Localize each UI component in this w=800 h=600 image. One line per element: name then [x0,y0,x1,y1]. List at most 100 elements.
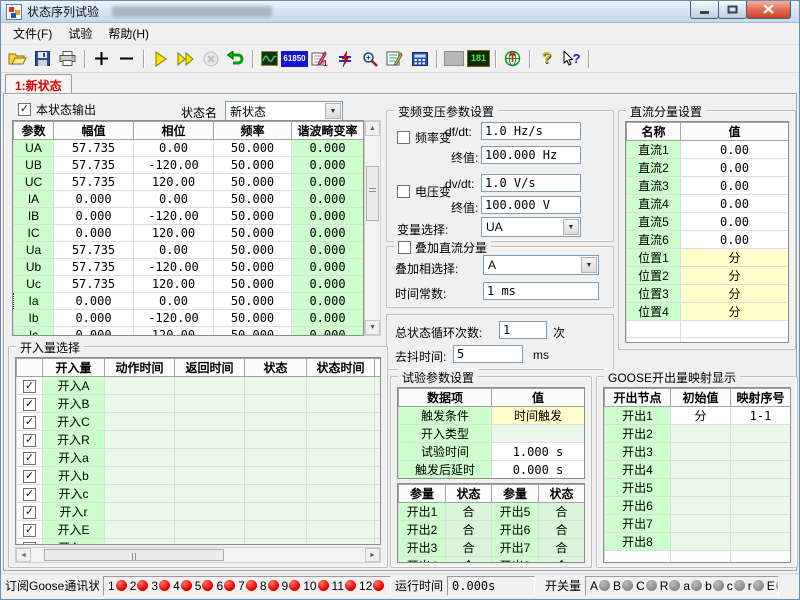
cell-name[interactable]: 直流1 [627,141,681,159]
cell-state[interactable]: 合 [446,539,492,557]
cell-node[interactable]: 开出7 [605,515,671,533]
cell-amplitude[interactable]: 57.735 [54,276,134,293]
cell-return-time[interactable] [175,521,245,539]
cell-state-time[interactable] [307,521,375,539]
cell-output[interactable]: 开出6 [492,521,539,539]
cell-output[interactable]: 开出3 [399,539,446,557]
cell-phase[interactable]: -120.00 [134,157,214,174]
cell-value[interactable]: 1.000 s [492,443,585,461]
cell-param[interactable]: UC [14,174,54,191]
cell-name[interactable]: 直流3 [627,177,681,195]
chevron-down-icon[interactable]: ▼ [581,257,597,273]
cell-input-name[interactable]: 开入A [43,377,105,395]
freq-ramp-checkbox[interactable] [397,131,410,144]
cell-action-time[interactable] [105,521,175,539]
cell-item[interactable]: 开入类型 [399,425,492,443]
report-button[interactable]: 1 [307,47,332,70]
cell-state[interactable]: 合 [446,521,492,539]
cell-output[interactable]: 开出4 [399,557,446,564]
cell-param[interactable]: Ua [14,242,54,259]
cell-action-time[interactable] [105,503,175,521]
cell-amplitude[interactable]: 57.735 [54,242,134,259]
cell-mapping[interactable] [375,485,382,503]
cell-value[interactable] [492,425,585,443]
cell-return-time[interactable] [175,395,245,413]
cell-name[interactable]: 位置1 [627,249,681,267]
cell-state[interactable]: 合 [446,557,492,564]
cell-state[interactable] [245,395,307,413]
cell-input-name[interactable]: 开入C [43,413,105,431]
cell-node[interactable]: 开出1 [605,407,671,425]
cell-mapping[interactable] [731,443,791,461]
cell-action-time[interactable] [105,377,175,395]
cell-thd[interactable]: 0.000 [292,225,364,242]
cell-amplitude[interactable]: 57.735 [54,140,134,157]
harmonic-button[interactable] [332,47,357,70]
cell-mapping[interactable] [731,533,791,551]
cell-action-time[interactable] [105,395,175,413]
cell-thd[interactable]: 0.000 [292,293,364,310]
minimize-button[interactable] [690,1,719,19]
cell-state[interactable]: 合 [539,503,585,521]
cell-frequency[interactable]: 50.000 [214,225,292,242]
cell-state-time[interactable] [307,449,375,467]
cell-value[interactable]: 0.00 [681,195,789,213]
cell-value[interactable]: 时间触发 [492,407,585,425]
add-state-button[interactable] [89,47,114,70]
cell-name[interactable]: 直流2 [627,159,681,177]
input-row-checkbox[interactable]: ✓ [23,434,36,447]
cell-output[interactable]: 开出8 [492,557,539,564]
waveform-view-button[interactable] [257,47,282,70]
cell-state[interactable] [245,503,307,521]
cell-action-time[interactable] [105,539,175,546]
cell-phase[interactable]: 0.00 [134,293,214,310]
cell-thd[interactable]: 0.000 [292,208,364,225]
print-button[interactable] [55,47,80,70]
iec61850-button[interactable]: 61850 [282,47,307,70]
cell-name[interactable]: 位置4 [627,303,681,321]
cell-mapping[interactable] [731,461,791,479]
cell-action-time[interactable] [105,449,175,467]
cell-param[interactable]: IB [14,208,54,225]
cell-phase[interactable]: 0.00 [134,140,214,157]
dfdt-input[interactable]: 1.0 Hz/s [481,122,581,140]
cell-node[interactable]: 开出5 [605,479,671,497]
undo-button[interactable] [223,47,248,70]
cell-param[interactable]: Ib [14,310,54,327]
cell-state-time[interactable] [307,395,375,413]
menu-help[interactable]: 帮助(H) [100,22,157,45]
cell-thd[interactable]: 0.000 [292,276,364,293]
cell-param[interactable]: IC [14,225,54,242]
cell-state[interactable] [245,467,307,485]
menu-file[interactable]: 文件(F) [5,22,60,45]
cell-initial[interactable] [671,551,731,564]
open-button[interactable] [5,47,30,70]
scroll-up-icon[interactable]: ▲ [365,121,380,136]
cell-name[interactable]: 直流6 [627,231,681,249]
cell-state-time[interactable] [307,539,375,546]
cycle-count-input[interactable]: 1 [499,321,547,339]
input-row-checkbox[interactable]: ✓ [23,416,36,429]
cell-node[interactable]: 开出6 [605,497,671,515]
cell-mapping[interactable] [731,497,791,515]
cell-return-time[interactable] [175,485,245,503]
cell-amplitude[interactable]: 0.000 [54,293,134,310]
cell-state[interactable]: 合 [539,521,585,539]
cell-item[interactable]: 试验时间 [399,443,492,461]
cell-param[interactable]: Ub [14,259,54,276]
cell-mapping[interactable]: 1-1 [731,407,791,425]
cell-mapping[interactable] [375,467,382,485]
input-row-checkbox[interactable]: ✓ [23,524,36,537]
cell-amplitude[interactable]: 0.000 [54,208,134,225]
cell-return-time[interactable] [175,449,245,467]
cell-value[interactable]: 0.00 [681,213,789,231]
cell-state-time[interactable] [307,377,375,395]
digital-meter-button[interactable]: 181 [466,47,491,70]
dvdt-input[interactable]: 1.0 V/s [481,174,581,192]
chevron-down-icon[interactable]: ▼ [563,219,579,235]
input-row-checkbox[interactable]: ✓ [23,542,36,545]
cell-value[interactable]: 0.00 [681,159,789,177]
cell-node[interactable]: 开出4 [605,461,671,479]
cell-initial[interactable] [671,515,731,533]
cell-state[interactable] [245,431,307,449]
